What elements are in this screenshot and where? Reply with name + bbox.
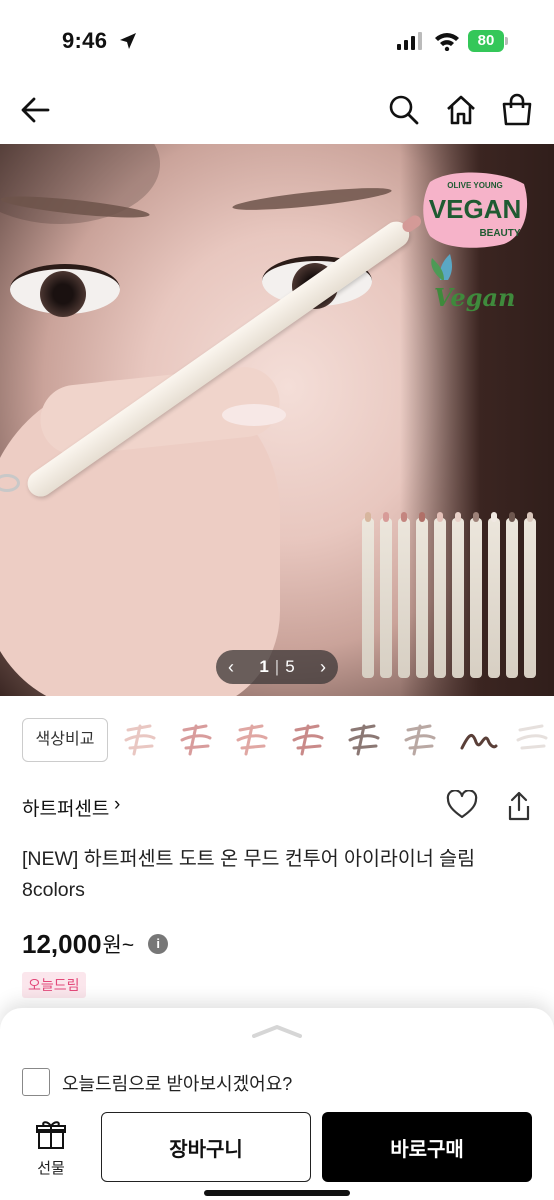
share-icon[interactable]	[506, 790, 532, 822]
info-icon[interactable]: i	[148, 934, 169, 954]
stick-cap	[473, 512, 479, 522]
eyeliner-stick	[470, 512, 482, 678]
eyeliner-stick	[398, 512, 410, 678]
stick-cap	[383, 512, 389, 522]
eyeliner-stick	[434, 512, 446, 678]
today-delivery-checkbox-label: 오늘드림으로 받아보시겠어요?	[62, 1074, 293, 1094]
add-to-cart-button[interactable]: 장바구니	[101, 1112, 311, 1182]
price-unit: 원~	[102, 934, 135, 957]
pager-separator: |	[274, 657, 280, 676]
stick-cap	[365, 512, 371, 522]
gift-icon	[36, 1121, 66, 1149]
battery-level: 80	[468, 30, 504, 52]
cellular-signal-icon	[397, 32, 422, 50]
vegan-beauty-badge: OLIVE YOUNG VEGAN BEAUTY	[423, 172, 528, 248]
brand-link[interactable]: 하트퍼센트	[22, 794, 109, 821]
status-bar: 9:46 80	[0, 0, 554, 80]
color-swatch[interactable]	[512, 718, 554, 762]
nav-bar	[0, 80, 554, 144]
color-swatch[interactable]	[120, 718, 164, 762]
eyeliner-stick	[362, 512, 374, 678]
badge-script: Vegan	[434, 283, 515, 312]
stick-cap	[437, 512, 443, 522]
wifi-icon	[435, 33, 459, 51]
stick-cap	[455, 512, 461, 522]
today-delivery-checkbox[interactable]	[22, 1068, 50, 1096]
color-swatch[interactable]	[400, 718, 444, 762]
eyeliner-stick	[416, 512, 428, 678]
badge-main: VEGAN	[429, 194, 521, 224]
eyeliner-stick	[452, 512, 464, 678]
badge-line2: BEAUTY	[479, 228, 520, 239]
back-arrow-icon[interactable]	[18, 92, 54, 128]
image-pager: ‹ 1 | 5 ›	[216, 650, 338, 684]
eyeliner-stick	[524, 512, 536, 678]
color-swatch[interactable]	[288, 718, 332, 762]
product-image-carousel[interactable]: OLIVE YOUNG VEGAN BEAUTY Vegan ‹ 1 | 5 ›	[0, 144, 554, 696]
stick-cap	[509, 512, 515, 522]
location-arrow-icon	[120, 33, 136, 49]
gift-label: 선물	[37, 1160, 65, 1177]
color-swatch[interactable]	[176, 718, 220, 762]
chevron-left-icon[interactable]: ‹	[228, 657, 234, 678]
stick-cap	[419, 512, 425, 522]
price: 12,000	[22, 928, 102, 959]
price-row: 12,000 원~ i	[22, 924, 169, 964]
product-title: [NEW] 하트퍼센트 도트 온 무드 컨투어 아이라이너 슬림 8colors	[22, 848, 476, 901]
gift-button[interactable]: 선물	[26, 1118, 76, 1180]
vegan-leaf-logo: Vegan	[431, 254, 515, 312]
brand-row: 하트퍼센트 ›	[22, 790, 532, 824]
eyeliner-stick	[488, 512, 500, 678]
battery-icon: 80	[468, 30, 508, 52]
eyebrow-shape	[231, 183, 393, 215]
eyeliner-stick	[506, 512, 518, 678]
stick-cap	[527, 512, 533, 522]
status-time: 9:46	[62, 28, 108, 53]
pager-total: 5	[285, 657, 295, 676]
iris-shape	[40, 271, 86, 317]
home-icon[interactable]	[443, 92, 479, 128]
chevron-right-icon[interactable]: ›	[320, 657, 326, 678]
heart-icon[interactable]	[446, 790, 478, 820]
pager-current: 1	[259, 657, 269, 676]
purchase-bottom-sheet: 오늘드림으로 받아보시겠어요? 선물 장바구니 바로구매	[0, 1008, 554, 1200]
chevron-right-icon[interactable]: ›	[114, 794, 120, 816]
home-indicator	[204, 1190, 350, 1196]
battery-tip	[505, 37, 508, 45]
eye-shape	[10, 264, 120, 317]
badge-line1: OLIVE YOUNG	[447, 181, 502, 190]
eyeliner-stick	[380, 512, 392, 678]
color-swatch[interactable]	[232, 718, 276, 762]
color-compare-button[interactable]: 색상비교	[22, 718, 108, 762]
stick-cap	[401, 512, 407, 522]
shopping-bag-icon[interactable]	[499, 92, 535, 128]
color-compare-row: 색상비교	[0, 712, 554, 768]
stick-cap	[491, 512, 497, 522]
color-swatch[interactable]	[344, 718, 388, 762]
eyeliner-lineup	[360, 510, 540, 680]
chevron-up-icon[interactable]	[252, 1024, 302, 1038]
buy-now-button[interactable]: 바로구매	[322, 1112, 532, 1182]
color-swatch[interactable]	[456, 718, 500, 762]
nail-shape	[222, 404, 286, 426]
search-icon[interactable]	[386, 92, 422, 128]
today-delivery-tag: 오늘드림	[22, 972, 86, 998]
